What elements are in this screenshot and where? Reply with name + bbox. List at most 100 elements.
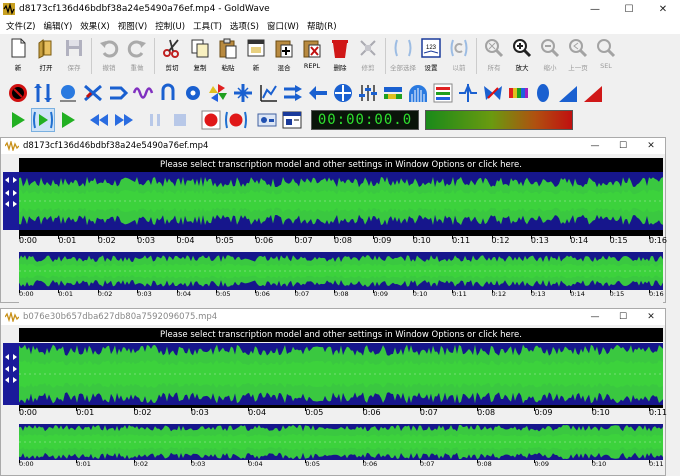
overview-waveform[interactable] [19,424,663,460]
volume-shape-button[interactable] [556,81,580,105]
main-waveform[interactable] [19,343,663,405]
set-button[interactable]: 123 设置 [417,34,445,78]
previous-button[interactable]: 以前 [445,34,473,78]
spectrum-button[interactable] [406,81,430,105]
chart-button[interactable] [431,81,455,105]
channel-arrows-icon[interactable] [3,172,19,230]
swap-channels-button[interactable] [81,81,105,105]
ruler-tick-label: 0:08 [477,460,492,468]
replace-button[interactable]: REPL [298,34,326,78]
document-title-bar[interactable]: d8173cf136d46bdbf38a24e5490a76ef.mp4 — ☐… [1,138,665,154]
mixer-button[interactable] [356,81,380,105]
trim-button[interactable]: 修剪 [354,34,382,78]
stop-sign-button[interactable] [6,81,30,105]
menu-tools[interactable]: 工具(T) [189,20,226,32]
document-title-bar[interactable]: b076e30b657dba627db80a7592096075.mp4 — ☐… [1,309,665,325]
fast-forward-icon [115,114,133,126]
minimize-button[interactable]: — [578,0,612,18]
paste-button[interactable]: 粘贴 [214,34,242,78]
close-button[interactable]: ✕ [646,0,680,18]
speaker-button[interactable] [531,81,555,105]
document-window-1[interactable]: d8173cf136d46bdbf38a24e5490a76ef.mp4 — ☐… [0,137,667,304]
menu-view[interactable]: 视图(V) [114,20,151,32]
main-waveform[interactable] [19,172,663,230]
play-selection-icon [33,111,53,129]
menu-effects[interactable]: 效果(X) [76,20,113,32]
ruler-tick-label: 0:11 [649,408,667,417]
loop-button[interactable] [156,81,180,105]
volume-button[interactable] [381,81,405,105]
prev-page-button[interactable]: 上一页 [564,34,592,78]
open-button[interactable]: 打开 [32,34,60,78]
menu-help[interactable]: 帮助(R) [303,20,341,32]
menu-control[interactable]: 控制(U) [151,20,189,32]
zoom-out-button[interactable]: 缩小 [536,34,564,78]
device-settings-button[interactable] [255,108,279,132]
arrows-right-button[interactable] [281,81,305,105]
doc-maximize-button[interactable]: ☐ [609,138,637,154]
ruler-tick-label: 0:03 [137,236,156,245]
pause-button[interactable] [143,108,167,132]
control-properties-button[interactable] [280,108,304,132]
record-button[interactable] [199,108,223,132]
time-ruler[interactable]: 0:00 0:01 0:02 0:03 0:04 0:05 0:06 0:07 0:08 0:09… [19,236,667,250]
crosshair-button[interactable] [331,81,355,105]
maximize-button[interactable]: ☐ [612,0,646,18]
zoom-in-button[interactable]: 放大 [508,34,536,78]
rewind-button[interactable] [87,108,111,132]
new-button[interactable]: 新 [4,34,32,78]
ruler-tick-label: 0:01 [58,290,73,298]
toolbar-separator [385,38,386,74]
expand-button[interactable] [231,81,255,105]
resample-button[interactable] [31,81,55,105]
paste-new-button[interactable]: 新 [242,34,270,78]
menu-edit[interactable]: 编辑(Y) [39,20,76,32]
pinwheel-button[interactable] [206,81,230,105]
menu-window[interactable]: 窗口(W) [263,20,303,32]
play-button[interactable] [6,108,30,132]
ruler-tick-label: 0:16 [649,290,664,298]
play-view-button[interactable] [56,108,80,132]
doc-close-button[interactable]: ✕ [637,309,665,325]
document-window-2[interactable]: b076e30b657dba627db80a7592096075.mp4 — ☐… [0,308,667,476]
copy-button[interactable]: 复制 [186,34,214,78]
volume-up-button[interactable] [581,81,605,105]
redo-button[interactable]: 重做 [123,34,151,78]
undo-button[interactable]: 撤销 [95,34,123,78]
transcription-banner[interactable]: Please select transcription model and ot… [19,158,663,172]
fast-forward-button[interactable] [112,108,136,132]
resample-icon [34,84,52,102]
menu-file[interactable]: 文件(Z) [2,20,39,32]
mix-button[interactable]: 混合 [270,34,298,78]
play-selection-button[interactable] [31,108,55,132]
record-selection-button[interactable] [224,108,248,132]
zoom-all-button[interactable]: 所有 [480,34,508,78]
butterfly-button[interactable] [481,81,505,105]
filter-button[interactable] [106,81,130,105]
cut-button[interactable]: 剪切 [158,34,186,78]
time-ruler[interactable]: 0:00 0:01 0:02 0:03 0:04 0:05 0:06 0:07 0:08 0:09… [19,408,667,422]
stop-button[interactable] [168,108,192,132]
channel-arrows-icon[interactable] [3,343,19,405]
equalizer-button[interactable] [256,81,280,105]
gear-button[interactable] [181,81,205,105]
stop-icon [174,114,186,126]
color-bar-button[interactable] [506,81,530,105]
doc-minimize-button[interactable]: — [581,138,609,154]
overview-waveform[interactable] [19,252,663,290]
doc-close-button[interactable]: ✕ [637,138,665,154]
spike-button[interactable] [456,81,480,105]
delete-button[interactable]: 删除 [326,34,354,78]
zoom-sel-button[interactable]: SEL [592,34,620,78]
ruler-tick-label: 0:05 [305,460,320,468]
transcription-banner[interactable]: Please select transcription model and ot… [19,328,663,342]
doc-minimize-button[interactable]: — [581,309,609,325]
ball-button[interactable] [56,81,80,105]
menu-options[interactable]: 选项(S) [226,20,263,32]
arrow-left-button[interactable] [306,81,330,105]
ruler-tick-label: 0:04 [176,290,192,298]
save-button[interactable]: 保存 [60,34,88,78]
wave-button[interactable] [131,81,155,105]
doc-maximize-button[interactable]: ☐ [609,309,637,325]
select-all-button[interactable]: 全部选择 [389,34,417,78]
